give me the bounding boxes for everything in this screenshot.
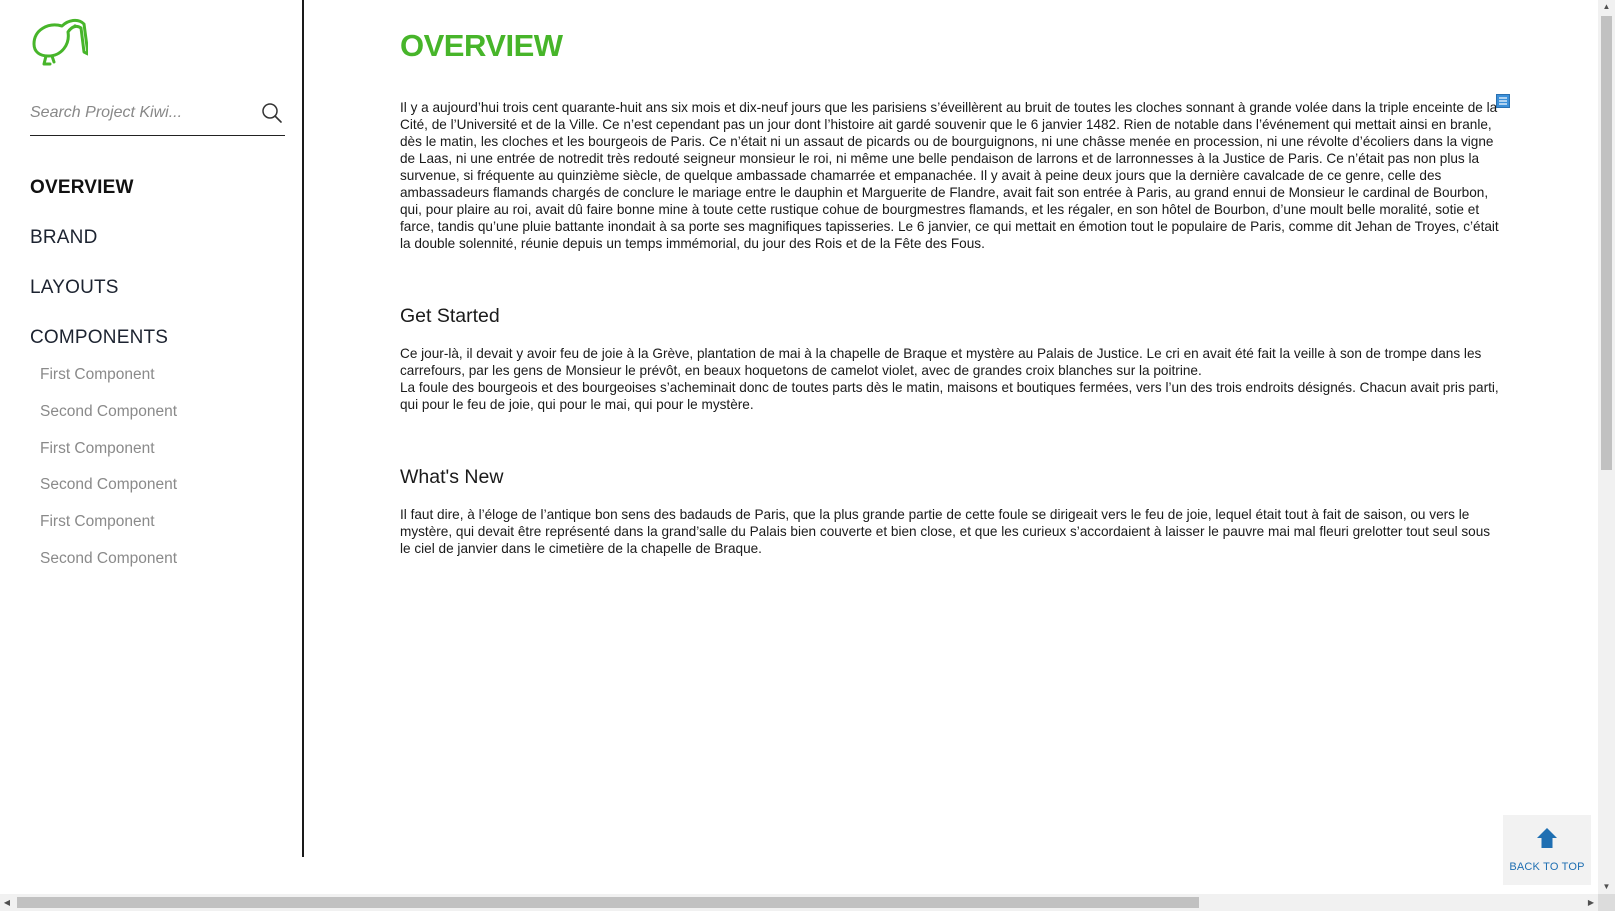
- page: OVERVIEW BRAND LAYOUTS COMPONENTS First …: [0, 0, 1615, 911]
- horizontal-scroll-thumb[interactable]: [17, 897, 1199, 908]
- nav-subitem-first-component[interactable]: First Component: [30, 362, 290, 399]
- nav-subitem-first-component[interactable]: First Component: [30, 436, 290, 473]
- nav-item-brand[interactable]: BRAND: [30, 220, 290, 270]
- sidebar: OVERVIEW BRAND LAYOUTS COMPONENTS First …: [0, 0, 304, 857]
- nav-item-overview[interactable]: OVERVIEW: [30, 170, 290, 220]
- overview-paragraph: Il y a aujourd’hui trois cent quarante-h…: [400, 100, 1499, 251]
- search-field: [30, 98, 285, 136]
- kiwi-logo-icon[interactable]: [28, 16, 88, 66]
- nav-subitem-second-component[interactable]: Second Component: [30, 472, 290, 509]
- whats-new-heading: What's New: [400, 466, 504, 488]
- scroll-down-arrow-icon[interactable]: ▼: [1598, 880, 1615, 894]
- scroll-up-arrow-icon[interactable]: ▲: [1598, 0, 1615, 14]
- nav-item-layouts[interactable]: LAYOUTS: [30, 270, 290, 320]
- get-started-heading: Get Started: [400, 305, 500, 327]
- scrollbar-corner: [1598, 894, 1615, 911]
- sidebar-nav: OVERVIEW BRAND LAYOUTS COMPONENTS First …: [30, 170, 290, 583]
- nav-item-components[interactable]: COMPONENTS: [30, 320, 290, 362]
- search-icon[interactable]: [261, 102, 283, 124]
- page-title: OVERVIEW: [400, 28, 563, 63]
- back-to-top-label: BACK TO TOP: [1509, 861, 1585, 873]
- nav-subitem-second-component[interactable]: Second Component: [30, 399, 290, 436]
- main-content: OVERVIEW Il y a aujourd’hui trois cent q…: [400, 24, 1502, 557]
- vertical-scrollbar[interactable]: ▲ ▼: [1598, 0, 1615, 894]
- note-icon[interactable]: [1496, 94, 1510, 108]
- search-input[interactable]: [30, 98, 250, 128]
- arrow-up-icon: [1537, 828, 1557, 848]
- scroll-right-arrow-icon[interactable]: ▶: [1584, 894, 1598, 911]
- vertical-scroll-thumb[interactable]: [1601, 16, 1612, 470]
- nav-subitem-first-component[interactable]: First Component: [30, 509, 290, 546]
- horizontal-scrollbar[interactable]: ◀ ▶: [0, 894, 1598, 911]
- scroll-left-arrow-icon[interactable]: ◀: [0, 894, 14, 911]
- back-to-top-button[interactable]: BACK TO TOP: [1503, 815, 1591, 885]
- get-started-paragraph: Ce jour-là, il devait y avoir feu de joi…: [400, 346, 1482, 378]
- get-started-paragraph-2: La foule des bourgeois et des bourgeoise…: [400, 380, 1499, 412]
- nav-subitem-second-component[interactable]: Second Component: [30, 546, 290, 583]
- whats-new-paragraph: Il faut dire, à l’éloge de l’antique bon…: [400, 507, 1491, 556]
